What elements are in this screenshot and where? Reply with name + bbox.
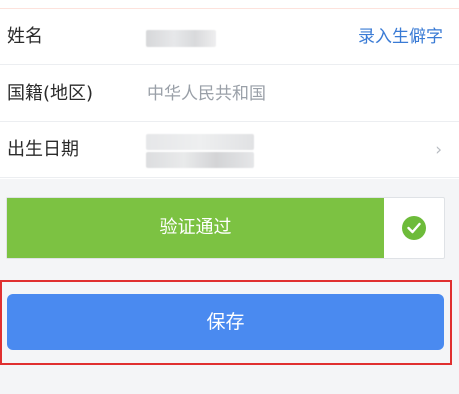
top-divider <box>0 0 459 9</box>
save-button[interactable]: 保存 <box>7 294 444 350</box>
chevron-right-icon[interactable]: › <box>435 122 442 178</box>
birthdate-value-redacted-bottom <box>146 152 254 168</box>
rare-char-link[interactable]: 录入生僻字 <box>358 9 443 65</box>
identity-form-page: 姓名 录入生僻字 国籍(地区) 中华人民共和国 出生日期 › 验证通过 保存 <box>0 0 459 394</box>
verification-status: 验证通过 <box>6 197 445 259</box>
birthdate-value-redacted-top <box>146 134 254 150</box>
birthdate-label: 出生日期 <box>7 139 79 160</box>
form-card: 姓名 录入生僻字 国籍(地区) 中华人民共和国 出生日期 › <box>0 0 459 179</box>
check-circle-icon <box>402 216 426 240</box>
verify-bar: 验证通过 <box>7 198 384 258</box>
birthdate-row[interactable]: 出生日期 › <box>0 122 459 178</box>
name-row[interactable]: 姓名 录入生僻字 <box>0 9 459 65</box>
nationality-value: 中华人民共和国 <box>147 84 266 104</box>
nationality-row[interactable]: 国籍(地区) 中华人民共和国 <box>0 66 459 122</box>
name-label: 姓名 <box>7 26 43 47</box>
name-value-redacted[interactable] <box>146 30 216 47</box>
nationality-label: 国籍(地区) <box>7 83 94 104</box>
